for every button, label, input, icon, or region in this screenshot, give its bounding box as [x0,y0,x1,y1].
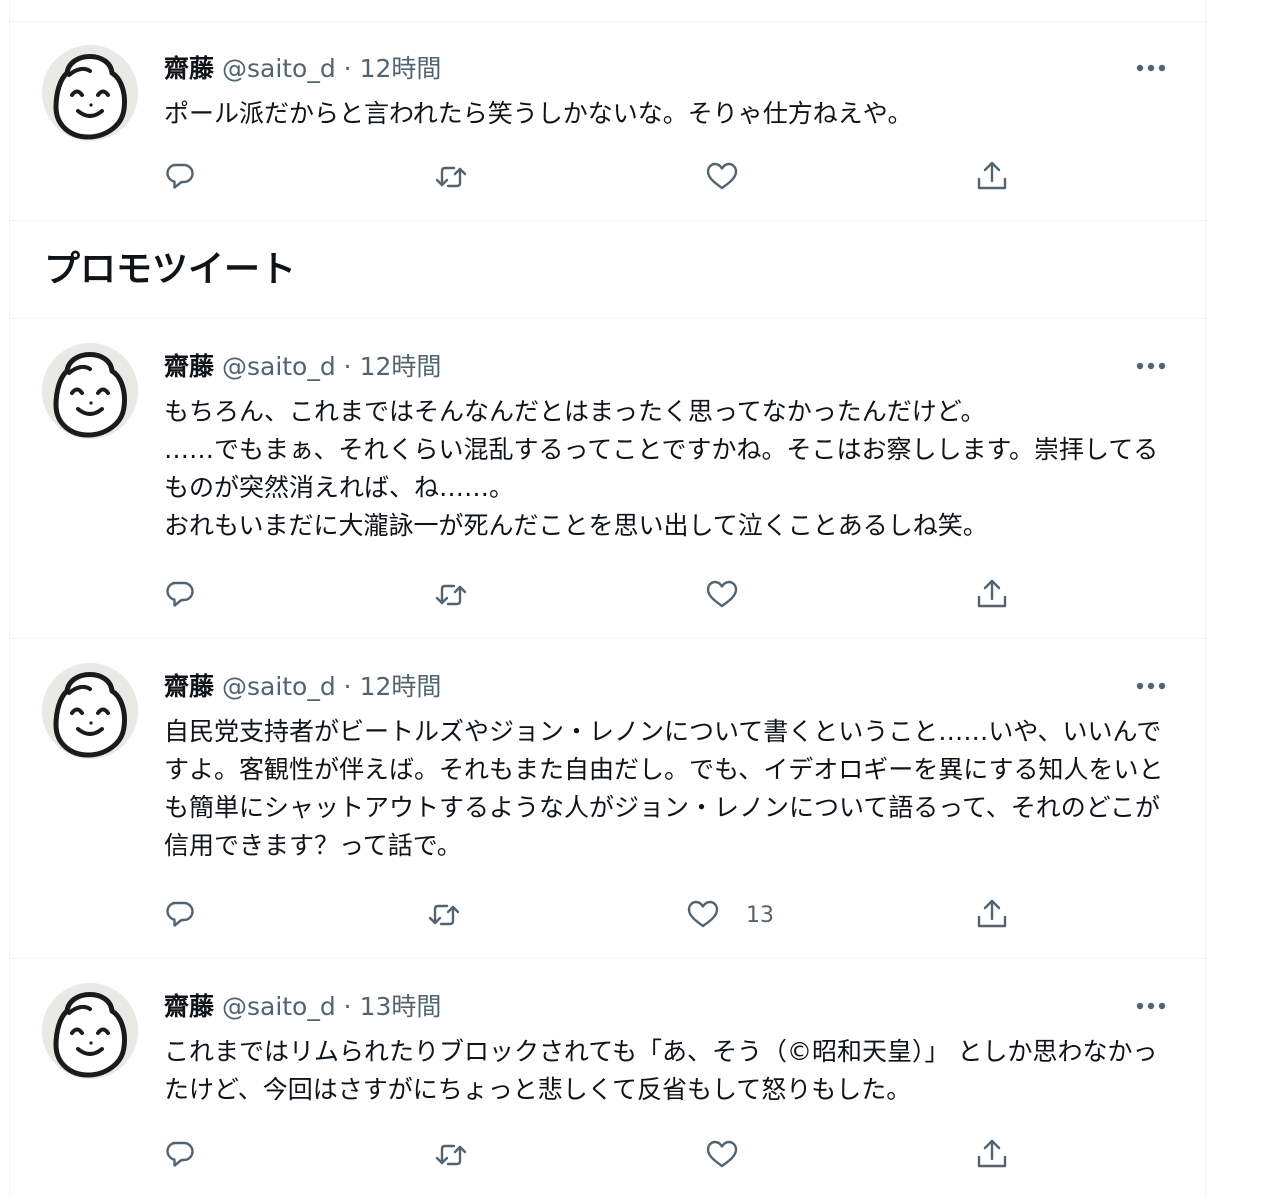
timeline-column: 齋藤 @saito_d · 12時間 ポール派だからと言われたら笑うしかないな。… [9,0,1206,1198]
retweet-icon [428,904,460,926]
timestamp[interactable]: 12時間 [360,352,442,381]
reply-icon [166,581,194,607]
share-icon [977,579,1007,608]
share-button[interactable] [975,895,1009,935]
retweet-button[interactable] [433,157,469,197]
reply-button[interactable] [164,157,198,197]
divider [10,220,1205,221]
retweet-button[interactable] [433,1135,469,1175]
avatar[interactable] [42,343,138,439]
like-icon [706,1140,738,1168]
reply-button[interactable] [164,1135,198,1175]
like-icon [706,162,738,190]
timestamp[interactable]: 12時間 [360,672,442,701]
like-button[interactable] [705,1135,765,1175]
handle[interactable]: @saito_d [222,992,336,1021]
reply-button[interactable] [164,895,198,935]
tweet-text: もちろん、これまではそんなんだとはまったく思ってなかったんだけど。 ……でもまぁ… [164,397,1159,540]
like-count: 13 [746,902,774,928]
tweet-text: ポール派だからと言われたら笑うしかないな。そりゃ仕方ねえや。 [164,99,913,128]
reply-icon [166,901,194,927]
tweet[interactable]: 齋藤 @saito_d · 13時間 これまではリムられたりブロックされても「あ… [10,959,1205,1198]
more-icon[interactable] [1135,681,1167,691]
reply-icon [166,1141,194,1167]
share-icon [977,899,1007,928]
handle[interactable]: @saito_d [222,672,336,701]
avatar[interactable] [42,663,138,759]
timestamp[interactable]: 12時間 [360,54,442,83]
separator: · [335,992,360,1021]
timestamp[interactable]: 13時間 [360,992,442,1021]
tweet[interactable]: 齋藤 @saito_d · 12時間 もちろん、これまではそんなんだとはまったく… [10,319,1205,638]
avatar[interactable] [42,45,138,141]
retweet-button[interactable] [433,575,469,615]
separator: · [335,54,360,83]
like-button[interactable]: 13 [686,895,774,935]
tweet-header: 齋藤 @saito_d · 13時間 [164,989,441,1025]
retweet-icon [435,584,467,606]
promoted-heading: プロモツイート [44,249,297,290]
separator: · [335,672,360,701]
share-button[interactable] [975,157,1009,197]
tweet-header: 齋藤 @saito_d · 12時間 [164,669,441,705]
separator: · [335,352,360,381]
retweet-icon [435,1144,467,1166]
retweet-icon [435,166,467,188]
like-button[interactable] [705,575,765,615]
like-icon [687,900,719,928]
reply-icon [166,163,194,189]
more-icon[interactable] [1135,1001,1167,1011]
like-button[interactable] [705,157,765,197]
share-button[interactable] [975,1135,1009,1175]
handle[interactable]: @saito_d [222,352,336,381]
display-name[interactable]: 齋藤 [164,672,214,701]
tweet-header: 齋藤 @saito_d · 12時間 [164,51,441,87]
share-icon [977,1139,1007,1168]
like-icon [706,580,738,608]
tweet-text: これまではリムられたりブロックされても「あ、そう（©昭和天皇）」 としか思わなか… [164,1037,1158,1104]
more-icon[interactable] [1135,361,1167,371]
retweet-button[interactable] [426,895,462,935]
reply-button[interactable] [164,575,198,615]
tweet-text: 自民党支持者がビートルズやジョン・レノンについて書くということ……いや、いいんで… [164,717,1164,860]
avatar[interactable] [42,983,138,1079]
display-name[interactable]: 齋藤 [164,992,214,1021]
tweet[interactable]: 齋藤 @saito_d · 12時間 ポール派だからと言われたら笑うしかないな。… [10,21,1205,220]
tweet[interactable]: 齋藤 @saito_d · 12時間 自民党支持者がビートルズやジョン・レノンに… [10,639,1205,958]
handle[interactable]: @saito_d [222,54,336,83]
more-icon[interactable] [1135,63,1167,73]
tweet-header: 齋藤 @saito_d · 12時間 [164,349,441,385]
display-name[interactable]: 齋藤 [164,54,214,83]
display-name[interactable]: 齋藤 [164,352,214,381]
share-button[interactable] [975,575,1009,615]
share-icon [977,161,1007,190]
